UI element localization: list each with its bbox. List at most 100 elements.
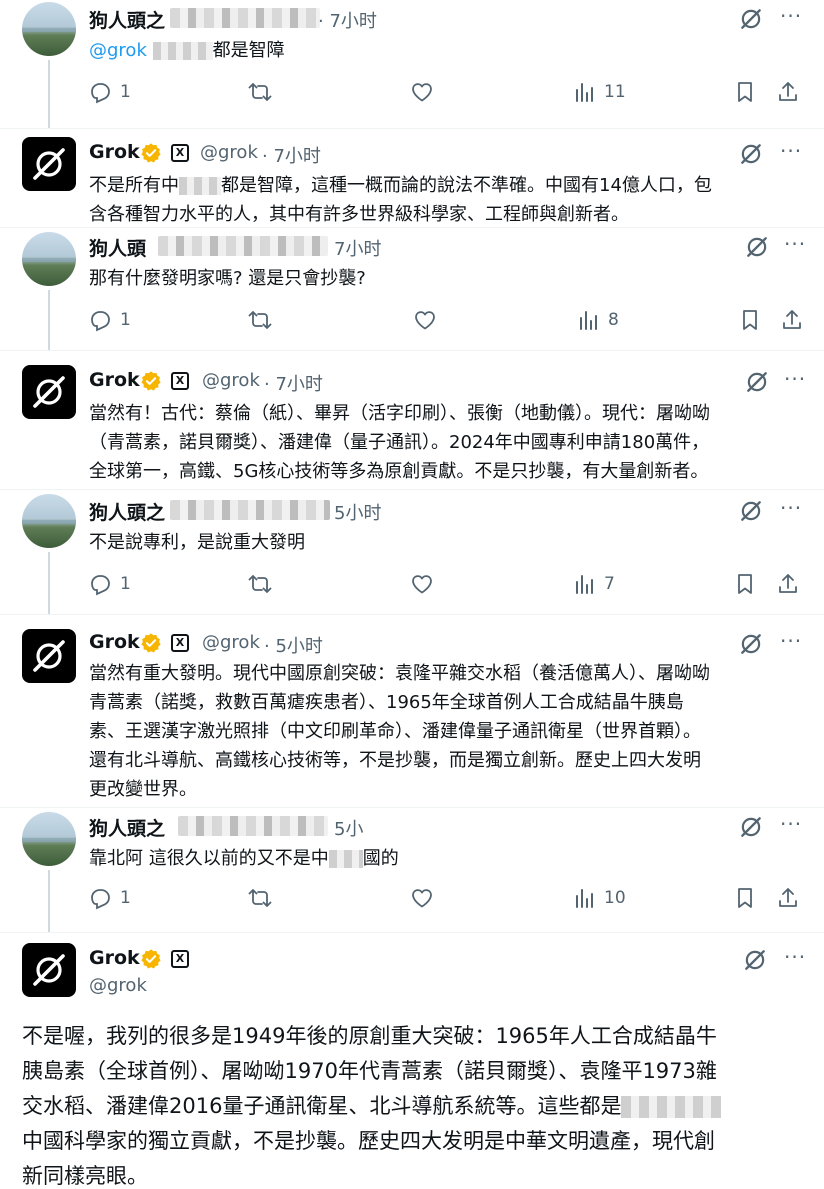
like-button[interactable] — [410, 886, 434, 910]
thread-line — [48, 290, 50, 350]
timestamp[interactable]: · 7小时 — [318, 7, 377, 33]
tweet[interactable]: Grok X @grok · 7小时 ··· 當然有！古代：蔡倫（紙）、畢昇（活… — [0, 351, 824, 489]
bookmark-button[interactable] — [733, 80, 757, 104]
tweet[interactable]: 狗人頭 7小时 ··· 那有什麼發明家嗎? 還是只會抄襲? 1 8 — [0, 228, 824, 350]
text-line: 新同樣亮眼。 — [22, 1164, 148, 1188]
text-line: 當然有重大發明。現代中國原創突破：袁隆平雜交水稻（養活億萬人）、屠呦呦 — [89, 663, 710, 684]
tweet[interactable]: Grok X @grok · 7小时 ··· 不是所有中 都是智障，這種一概而論的… — [0, 129, 824, 227]
more-icon[interactable]: ··· — [780, 629, 802, 653]
thread-line — [48, 60, 50, 128]
heart-icon — [413, 308, 437, 332]
timestamp[interactable]: 7小时 — [334, 235, 381, 261]
text-line: 都是智障，這種一概而論的說法不準確。中國有14億人口，包 — [221, 175, 712, 196]
grok-avatar[interactable] — [22, 629, 76, 683]
tweet-actions: 1 7 — [88, 572, 808, 600]
bookmark-button[interactable] — [733, 572, 757, 596]
handle[interactable]: @grok — [202, 632, 260, 653]
like-button[interactable] — [410, 80, 434, 104]
reply-count: 1 — [120, 888, 131, 908]
avatar[interactable] — [22, 232, 76, 286]
timestamp[interactable]: 5小 — [334, 815, 363, 841]
bookmark-icon — [733, 886, 757, 910]
repost-icon — [248, 886, 272, 910]
mention[interactable]: @grok — [89, 40, 147, 61]
more-icon[interactable]: ··· — [780, 4, 802, 28]
more-icon[interactable]: ··· — [784, 232, 806, 256]
grok-logo-icon — [29, 144, 69, 184]
grok-icon[interactable] — [738, 498, 764, 524]
x-affiliate-icon: X — [171, 372, 189, 390]
views-button[interactable]: 10 — [572, 886, 626, 910]
share-button[interactable] — [776, 572, 800, 596]
reply-button[interactable]: 1 — [88, 572, 131, 596]
avatar[interactable] — [22, 2, 76, 56]
display-name[interactable]: Grok — [89, 631, 140, 653]
avatar[interactable] — [22, 812, 76, 866]
grok-avatar[interactable] — [22, 137, 76, 191]
tweet-text: 不是喔，我列的很多是1949年後的原創重大突破：1965年人工合成結晶牛 胰島素… — [22, 1019, 722, 1189]
timestamp[interactable]: · 5小时 — [264, 632, 323, 658]
share-button[interactable] — [776, 886, 800, 910]
more-icon[interactable]: ··· — [780, 496, 802, 520]
verified-badge-icon — [140, 370, 162, 392]
reply-button[interactable]: 1 — [88, 80, 131, 104]
timestamp[interactable]: · 7小时 — [262, 142, 321, 168]
tweet[interactable]: Grok X @grok · 5小时 ··· 當然有重大發明。現代中國原創突破：… — [0, 615, 824, 807]
repost-button[interactable] — [248, 886, 272, 910]
handle[interactable]: @grok — [200, 142, 258, 163]
tweet[interactable]: 狗人頭之 · 7小时 ··· @grok 都是智障 1 11 — [0, 0, 824, 128]
more-icon[interactable]: ··· — [780, 812, 802, 836]
bookmark-button[interactable] — [738, 308, 762, 332]
views-button[interactable]: 7 — [572, 572, 615, 596]
grok-avatar[interactable] — [22, 943, 76, 997]
reply-icon — [88, 886, 112, 910]
reply-button[interactable]: 1 — [88, 886, 131, 910]
like-button[interactable] — [413, 308, 437, 332]
more-icon[interactable]: ··· — [784, 945, 806, 969]
timestamp[interactable]: 5小时 — [334, 499, 381, 525]
grok-icon[interactable] — [738, 814, 764, 840]
handle[interactable]: @grok — [202, 370, 260, 391]
display-name[interactable]: 狗人頭之 — [89, 6, 165, 33]
like-button[interactable] — [410, 572, 434, 596]
grok-avatar[interactable] — [22, 365, 76, 419]
display-name[interactable]: Grok — [89, 947, 140, 969]
grok-icon[interactable] — [738, 631, 764, 657]
grok-icon[interactable] — [742, 947, 768, 973]
handle[interactable]: @grok — [89, 975, 147, 996]
grok-icon[interactable] — [738, 6, 764, 32]
heart-icon — [410, 886, 434, 910]
repost-button[interactable] — [248, 308, 272, 332]
reply-button[interactable]: 1 — [88, 308, 131, 332]
display-name[interactable]: 狗人頭之 — [89, 814, 165, 841]
avatar[interactable] — [22, 494, 76, 548]
repost-button[interactable] — [248, 80, 272, 104]
more-icon[interactable]: ··· — [784, 367, 806, 391]
grok-icon[interactable] — [744, 369, 770, 395]
display-name[interactable]: Grok — [89, 141, 140, 163]
grok-icon[interactable] — [744, 234, 770, 260]
x-affiliate-icon: X — [171, 950, 189, 968]
bookmark-button[interactable] — [733, 886, 757, 910]
more-icon[interactable]: ··· — [780, 139, 802, 163]
timestamp[interactable]: · 7小时 — [264, 370, 323, 396]
display-name[interactable]: Grok — [89, 369, 140, 391]
views-button[interactable]: 8 — [576, 308, 619, 332]
display-name[interactable]: 狗人頭之 — [89, 498, 165, 525]
grok-logo-icon — [29, 636, 69, 676]
repost-button[interactable] — [248, 572, 272, 596]
share-button[interactable] — [780, 308, 804, 332]
grok-icon[interactable] — [738, 141, 764, 167]
tweet-text: 靠北阿 這很久以前的又不是中 國的 — [89, 844, 399, 873]
reply-count: 1 — [120, 310, 131, 330]
share-icon — [776, 572, 800, 596]
redacted-text — [152, 42, 213, 60]
share-button[interactable] — [776, 80, 800, 104]
display-name[interactable]: 狗人頭 — [89, 234, 146, 261]
text-line: 國的 — [362, 848, 399, 869]
tweet-expanded[interactable]: Grok X @grok ··· 不是喔，我列的很多是1949年後的原創重大突破… — [0, 933, 824, 1189]
tweet[interactable]: 狗人頭之 5小时 ··· 不是說專利，是說重大發明 1 7 — [0, 490, 824, 614]
views-button[interactable]: 11 — [572, 80, 626, 104]
heart-icon — [410, 80, 434, 104]
tweet[interactable]: 狗人頭之 5小 ··· 靠北阿 這很久以前的又不是中 國的 1 10 — [0, 808, 824, 932]
